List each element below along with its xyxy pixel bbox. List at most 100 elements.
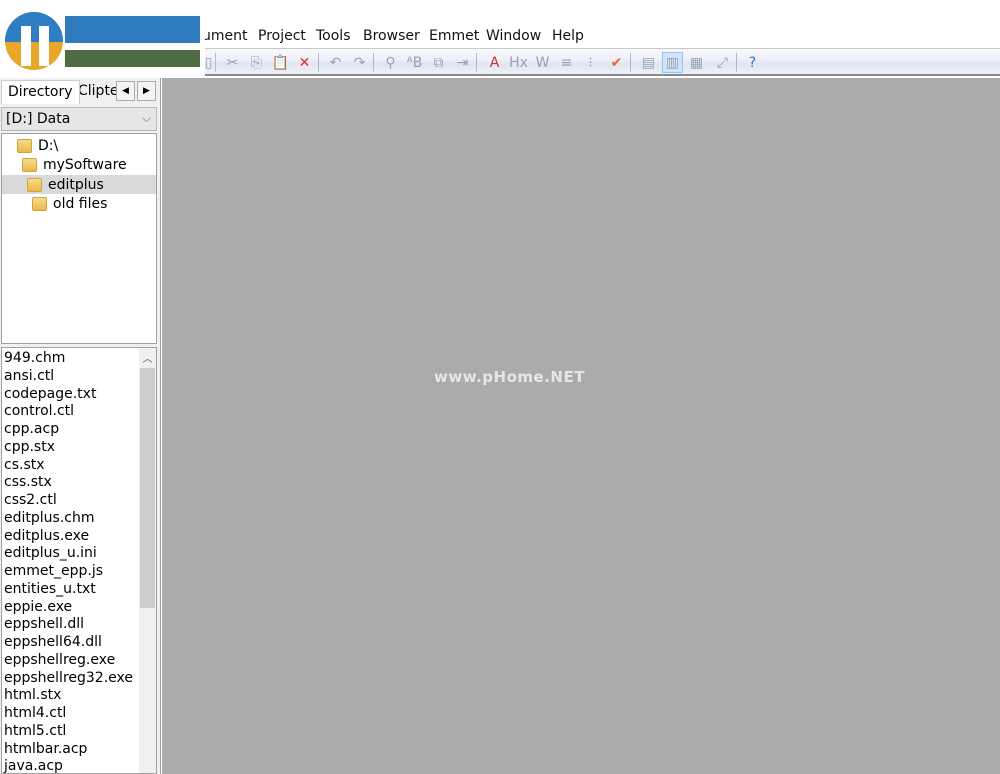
cliptext-window-button[interactable]: ▥: [662, 52, 683, 73]
menu-browser[interactable]: Browser: [363, 28, 420, 44]
file-list-item[interactable]: eppshellreg.exe: [4, 651, 115, 669]
logo-emblem: [5, 12, 63, 70]
file-list-item[interactable]: editplus_u.ini: [4, 544, 97, 562]
menu-tools[interactable]: Tools: [316, 28, 351, 44]
toolbar-separator: [476, 53, 477, 72]
menu-help[interactable]: Help: [552, 28, 584, 44]
spell-check-icon: ✔: [610, 54, 623, 71]
spell-check-button[interactable]: ✔: [606, 52, 627, 73]
browser-icon: ⤢: [716, 54, 729, 71]
tab-directory[interactable]: Directory: [1, 80, 80, 104]
toolbar-separator: [736, 53, 737, 72]
undo-icon: ↶: [329, 54, 342, 71]
sidebar-tabs: Directory Clipte ◀ ▶: [0, 78, 161, 104]
file-list-item[interactable]: control.ctl: [4, 402, 74, 420]
replace-button[interactable]: ᴬB: [404, 52, 425, 73]
file-list-item[interactable]: java.acp: [4, 757, 63, 773]
paste-button[interactable]: 📋: [270, 52, 291, 73]
copy-icon: ⎘: [250, 54, 263, 71]
column-button[interactable]: ⁝: [580, 52, 601, 73]
file-list-item[interactable]: cpp.acp: [4, 420, 59, 438]
tree-item-label: D:\: [38, 137, 59, 154]
toolbar-separator: [318, 53, 319, 72]
menu-document[interactable]: ument: [202, 28, 248, 44]
file-list-item[interactable]: eppshell64.dll: [4, 633, 102, 651]
file-list-item[interactable]: 949.chm: [4, 349, 65, 367]
file-list-item[interactable]: emmet_epp.js: [4, 562, 103, 580]
tree-item[interactable]: editplus: [2, 175, 156, 194]
file-list-scrollbar[interactable]: ︿: [139, 348, 156, 773]
editor-area[interactable]: www.pHome.NET: [162, 78, 1000, 774]
file-list-item[interactable]: eppie.exe: [4, 598, 72, 616]
copy-button[interactable]: ⎘: [246, 52, 267, 73]
redo-button[interactable]: ↷: [349, 52, 370, 73]
logo-banner-green: [65, 50, 200, 67]
redo-icon: ↷: [353, 54, 366, 71]
delete-icon: ✕: [298, 54, 311, 71]
toolbar-separator: [215, 53, 216, 72]
file-list-item[interactable]: html5.ctl: [4, 722, 66, 740]
file-list-item[interactable]: cs.stx: [4, 456, 45, 474]
menu-emmet[interactable]: Emmet: [429, 28, 479, 44]
file-list-item[interactable]: css2.ctl: [4, 491, 57, 509]
site-logo: [0, 0, 205, 78]
tree-item-label: old files: [53, 196, 108, 212]
file-list-item[interactable]: html.stx: [4, 686, 61, 704]
file-list-item[interactable]: ansi.ctl: [4, 367, 54, 385]
scrollbar-thumb[interactable]: [140, 368, 155, 608]
tree-item-label: editplus: [48, 176, 104, 193]
output-window-button[interactable]: ▦: [686, 52, 707, 73]
file-list-item[interactable]: eppshell.dll: [4, 615, 84, 633]
tree-item[interactable]: old files: [32, 195, 107, 214]
file-list-item[interactable]: eppshellreg32.exe: [4, 669, 133, 687]
heading-button[interactable]: Hx: [508, 52, 529, 73]
directory-window-button[interactable]: ▤: [638, 52, 659, 73]
tree-item[interactable]: mySoftware: [22, 156, 127, 175]
file-list-item[interactable]: cpp.stx: [4, 438, 55, 456]
drive-select-value: [D:] Data: [6, 111, 71, 127]
word-wrap-icon: W: [535, 54, 550, 71]
find-icon: ⚲: [385, 54, 396, 71]
word-wrap-button[interactable]: W: [532, 52, 553, 73]
goto-button[interactable]: ⧉: [428, 52, 449, 73]
undo-button[interactable]: ↶: [325, 52, 346, 73]
scroll-up-icon[interactable]: ︿: [139, 348, 156, 366]
file-list-item[interactable]: css.stx: [4, 473, 52, 491]
file-list-item[interactable]: editplus.exe: [4, 527, 89, 545]
browser-button[interactable]: ⤢: [712, 52, 733, 73]
help-icon: ?: [748, 54, 757, 71]
folder-icon: [27, 177, 42, 192]
tab-scroll-left-button[interactable]: ◀: [116, 81, 135, 101]
triangle-right-icon: ▶: [143, 86, 150, 96]
delete-button[interactable]: ✕: [294, 52, 315, 73]
font-button[interactable]: A: [484, 52, 505, 73]
directory-window-icon: ▤: [641, 54, 656, 71]
line-number-icon: ≡: [560, 54, 573, 71]
file-list-item[interactable]: editplus.chm: [4, 509, 94, 527]
tree-item[interactable]: D:\: [17, 136, 58, 155]
tab-scroll-right-button[interactable]: ▶: [137, 81, 156, 101]
save-all-icon: ▯: [204, 54, 213, 71]
file-list-item[interactable]: codepage.txt: [4, 385, 96, 403]
chevron-down-icon: ⌵: [141, 111, 151, 125]
column-icon: ⁝: [588, 54, 593, 71]
menu-project[interactable]: Project: [258, 28, 306, 44]
drive-select[interactable]: [D:] Data ⌵: [1, 107, 157, 131]
cut-button[interactable]: ✂: [222, 52, 243, 73]
menu-window[interactable]: Window: [486, 28, 541, 44]
output-window-icon: ▦: [689, 54, 704, 71]
toolbar-separator: [373, 53, 374, 72]
folder-icon: [32, 197, 47, 211]
file-list-item[interactable]: entities_u.txt: [4, 580, 96, 598]
file-list-item[interactable]: htmlbar.acp: [4, 740, 87, 758]
paste-icon: 📋: [271, 54, 290, 71]
indent-button[interactable]: ⇥: [452, 52, 473, 73]
line-number-button[interactable]: ≡: [556, 52, 577, 73]
find-button[interactable]: ⚲: [380, 52, 401, 73]
replace-icon: ᴬB: [406, 54, 423, 71]
folder-icon: [17, 138, 32, 153]
cliptext-window-icon: ▥: [665, 54, 680, 71]
watermark-text: www.pHome.NET: [434, 368, 585, 386]
help-button[interactable]: ?: [742, 52, 763, 73]
file-list-item[interactable]: html4.ctl: [4, 704, 66, 722]
